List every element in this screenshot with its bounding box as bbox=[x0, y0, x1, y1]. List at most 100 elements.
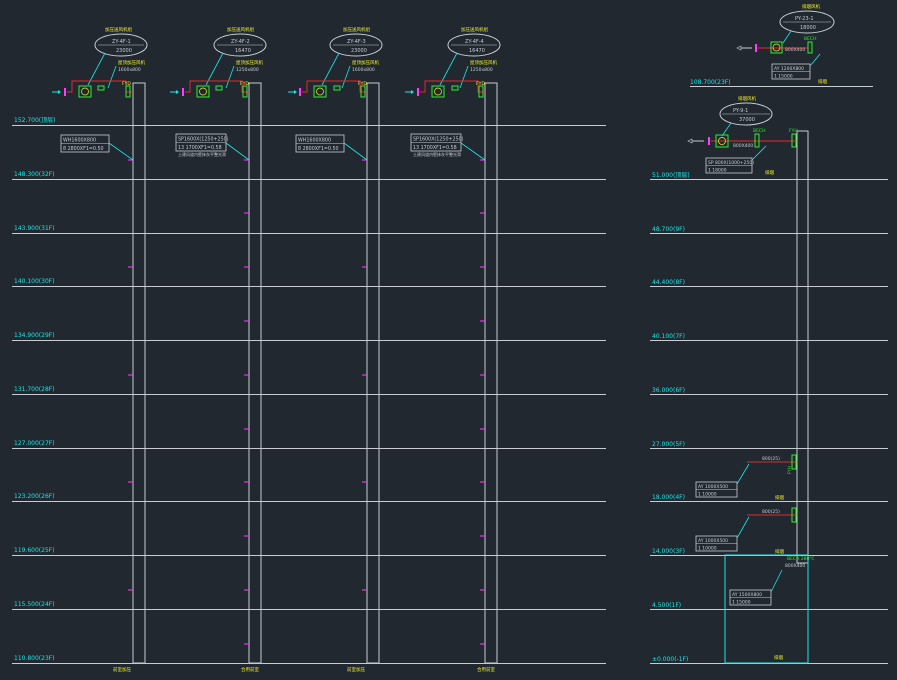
exhaust-label: 排烟 bbox=[775, 494, 784, 501]
duct-size: 1600x800 bbox=[352, 67, 375, 73]
smoke-control-riser-diagram: 152.700(顶层) 148.300(32F) 143.900(31F) 14… bbox=[12, 3, 888, 673]
level-label: 152.700(顶层) bbox=[14, 117, 56, 124]
damper bbox=[451, 85, 459, 91]
shaft-label: 合用前室 bbox=[477, 666, 495, 673]
annotation-line-2: 1 15000 bbox=[732, 600, 751, 606]
level-label: 36.000(6F) bbox=[652, 387, 685, 394]
level-label: 108.700(23F) bbox=[690, 79, 731, 86]
annotation-line-2: 1 18000 bbox=[708, 168, 727, 174]
drawing-canvas: 152.700(顶层) 148.300(32F) 143.900(31F) 14… bbox=[0, 0, 897, 676]
duct-size: 1250x800 bbox=[470, 67, 493, 73]
leader-line bbox=[225, 142, 250, 161]
smoke-exhaust-riser bbox=[796, 130, 809, 564]
leader-line bbox=[459, 65, 469, 89]
level-label: 18.000(4F) bbox=[652, 494, 685, 501]
pressurization-fan-group-2: 加压送风机组 ZY-4F-2 16470 屋顶加压风机 1250x800 FYD bbox=[170, 26, 267, 98]
fan-tag: BECH bbox=[753, 128, 765, 134]
annotation-line-1: AY 1200X800 bbox=[774, 66, 804, 72]
fan-code: ZY-4F-2 bbox=[231, 39, 250, 45]
duct-size: 800X400 bbox=[785, 47, 805, 53]
fan-flow: 23000 bbox=[351, 48, 367, 54]
annotation-line-1: WH1600X800 bbox=[63, 138, 96, 144]
floor3-exhaust-branch: 800(25) AY 1000X500 1 10000 排烟 bbox=[695, 509, 797, 555]
exhaust-label: 排烟 bbox=[774, 654, 783, 661]
fire-damper bbox=[807, 41, 813, 54]
leader-line bbox=[321, 52, 340, 86]
level-label: 110.800(23F) bbox=[14, 655, 55, 662]
annotation-line-2: 8 2800XF1=0.50 bbox=[63, 146, 104, 152]
floor4-exhaust-branch: 800(25) FYH AY 1000X500 1 10000 排烟 bbox=[695, 456, 797, 501]
outlet-marks bbox=[128, 159, 485, 645]
fan-code: PY-23-1 bbox=[795, 16, 814, 22]
arrow-head bbox=[687, 138, 693, 144]
riser-shaft bbox=[366, 82, 380, 664]
duct-size: 800X400 bbox=[785, 563, 805, 569]
leader-line bbox=[439, 52, 458, 86]
level-label: 131.700(28F) bbox=[14, 386, 55, 393]
fan-flow: 18000 bbox=[800, 25, 816, 31]
pressurization-fan-group-4: 加压送风机组 ZY-4F-4 16470 屋顶加压风机 1250x800 FYD bbox=[405, 26, 501, 98]
fan-code: ZY-4F-4 bbox=[465, 39, 484, 45]
leader-line bbox=[770, 569, 783, 593]
leader-line bbox=[782, 30, 792, 44]
level-label: 40.100(7F) bbox=[652, 333, 685, 340]
fan-unit-note: 屋顶加压风机 bbox=[352, 59, 379, 66]
fan-tag: BECH bbox=[804, 36, 816, 42]
leader-line bbox=[225, 65, 235, 89]
annotation-line-1: AY 1000X500 bbox=[698, 538, 728, 544]
fan-unit-note: 屋顶加压风机 bbox=[470, 59, 497, 66]
fan-tag: FYH bbox=[789, 128, 798, 134]
leader-line bbox=[107, 65, 117, 89]
floor9-exhaust-fan-group: 排烟风机 PY-9-1 37000 800X400 BECH FYH SP 80… bbox=[687, 95, 798, 176]
annotation-line-1: SP1600X(1250+250) bbox=[413, 137, 464, 143]
shaft-label: 前室加压 bbox=[113, 666, 131, 673]
arrow-head bbox=[411, 90, 414, 94]
leader-line bbox=[721, 122, 732, 137]
basement-tag: BECH 280℃ bbox=[787, 556, 815, 562]
fan-unit-note: 屋顶加压风机 bbox=[118, 59, 145, 66]
arrow-head bbox=[176, 90, 179, 94]
annotation-line-1: WH1600X800 bbox=[298, 138, 331, 144]
leader-line bbox=[460, 142, 486, 161]
level-label: 4.500(1F) bbox=[652, 602, 681, 609]
fan-top-note: 加压送风机组 bbox=[461, 26, 488, 33]
fan-wheel bbox=[434, 87, 442, 96]
fan-top-note: 加压送风机组 bbox=[227, 26, 254, 33]
shaft-labels: 前室加压 合用前室 前室加压 合用前室 bbox=[113, 666, 495, 673]
fan-flow: 37000 bbox=[739, 117, 755, 123]
shaft-label: 前室加压 bbox=[347, 666, 365, 673]
leader-line bbox=[87, 52, 106, 86]
exhaust-label: 排烟 bbox=[775, 548, 784, 555]
annotation-line-2: 8 2800XF1=0.50 bbox=[298, 146, 339, 152]
riser-shaft bbox=[248, 82, 262, 664]
annotation-line-1: SP1600X(1250+250) bbox=[178, 137, 229, 143]
annotation-box-1: WH1600X800 8 2800XF1=0.50 bbox=[60, 134, 134, 161]
level-label: 123.200(26F) bbox=[14, 493, 55, 500]
duct-size: 1250x800 bbox=[236, 67, 259, 73]
annotation-line-3: 土建风道内壁抹灰平整光滑 bbox=[178, 151, 226, 157]
duct-size: 800X400 bbox=[733, 143, 753, 149]
leader-line bbox=[205, 52, 224, 86]
basement-exhaust: BECH 280℃ 800X400 AY 1500X800 1 15000 排烟 bbox=[729, 556, 815, 661]
exhaust-label: 排烟 bbox=[765, 169, 774, 176]
annotation-line-2: 13 1700XF1=0.58 bbox=[413, 145, 457, 151]
branch-label: 800(25) bbox=[762, 509, 780, 515]
level-label: 44.400(8F) bbox=[652, 279, 685, 286]
fan-flow: 23000 bbox=[116, 48, 132, 54]
leader-line bbox=[736, 463, 750, 485]
level-label: 134.900(29F) bbox=[14, 332, 55, 339]
fan-top-note: 加压送风机组 bbox=[105, 26, 132, 33]
shaft-label: 合用前室 bbox=[241, 666, 259, 673]
fan-code: ZY-4F-1 bbox=[112, 39, 131, 45]
fan-unit-note: 屋顶加压风机 bbox=[236, 59, 263, 66]
leader-line bbox=[736, 516, 750, 539]
riser-fire-dampers bbox=[791, 454, 797, 523]
arrow-head bbox=[294, 90, 297, 94]
roof-exhaust-fan-group: 排烟风机 PY-23-1 18000 800X400 BECH AY 1200X… bbox=[736, 3, 835, 85]
fan-wheel bbox=[199, 87, 207, 96]
right-level-labels: 108.700(23F) 51.000(顶层) 48.700(9F) 44.40… bbox=[652, 79, 731, 663]
level-label: 140.100(30F) bbox=[14, 278, 55, 285]
annotation-line-2: 13 1700XF1=0.58 bbox=[178, 145, 222, 151]
annotation-line-1: AY 1500X800 bbox=[732, 592, 762, 598]
annotation-line-2: 1 15000 bbox=[774, 74, 793, 80]
